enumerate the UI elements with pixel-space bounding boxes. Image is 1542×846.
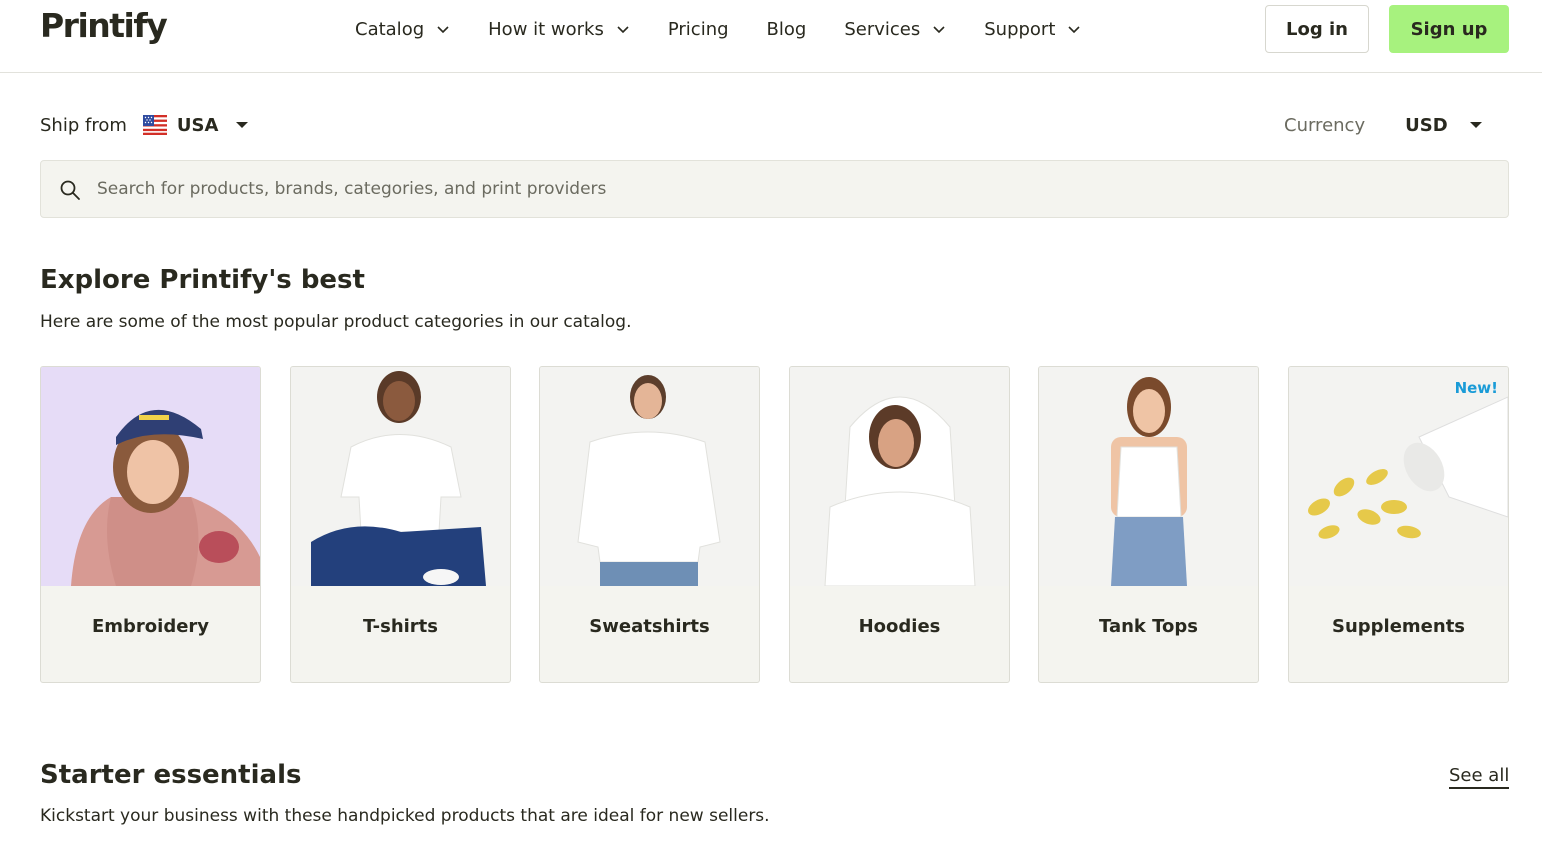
explore-title: Explore Printify's best: [40, 265, 365, 295]
chevron-down-icon: [1068, 26, 1080, 34]
category-label: Embroidery: [91, 616, 210, 637]
main-nav: Catalog How it works Pricing Blog Servic…: [355, 16, 1119, 42]
caret-down-icon: [1469, 122, 1482, 128]
category-label: Sweatshirts: [589, 616, 710, 637]
category-card-embroidery[interactable]: Embroidery: [40, 366, 261, 683]
category-card-t-shirts[interactable]: T-shirts: [290, 366, 511, 683]
nav-pricing-label: Pricing: [667, 18, 729, 40]
embroidery-image: [41, 367, 260, 586]
starter-title: Starter essentials: [40, 760, 302, 790]
nav-pricing[interactable]: Pricing: [668, 19, 729, 40]
nav-blog[interactable]: Blog: [767, 19, 807, 40]
site-header: Printify Catalog How it works Pricing Bl…: [0, 0, 1542, 73]
sweatshirts-image: [540, 367, 759, 586]
ship-from-selector[interactable]: Ship from USA: [40, 112, 249, 138]
category-card-sweatshirts[interactable]: Sweatshirts: [539, 366, 760, 683]
nav-catalog[interactable]: Catalog: [355, 19, 450, 40]
category-card-hoodies[interactable]: Hoodies: [789, 366, 1010, 683]
us-flag-icon: [142, 115, 167, 135]
tank-tops-image: [1039, 367, 1258, 586]
see-all-link[interactable]: See all: [1449, 765, 1510, 789]
hoodies-image: [790, 367, 1009, 586]
category-label: T-shirts: [363, 616, 438, 637]
search-input[interactable]: [97, 161, 1487, 217]
starter-subtitle: Kickstart your business with these handp…: [40, 806, 770, 826]
currency-label: Currency: [1284, 114, 1366, 136]
search-bar: [40, 160, 1509, 218]
chevron-down-icon: [617, 26, 629, 34]
category-label: Tank Tops: [1098, 616, 1198, 637]
search-icon: [60, 180, 80, 200]
category-card-tank-tops[interactable]: Tank Tops: [1038, 366, 1259, 683]
explore-subtitle: Here are some of the most popular produc…: [40, 312, 632, 332]
chevron-down-icon: [933, 26, 945, 34]
ship-from-value: USA: [176, 114, 219, 136]
nav-support[interactable]: Support: [984, 19, 1081, 40]
supplements-image: [1289, 367, 1508, 586]
currency-selector[interactable]: Currency USD: [1284, 112, 1482, 138]
nav-support-label: Support: [984, 18, 1056, 40]
currency-value: USD: [1405, 114, 1448, 136]
nav-catalog-label: Catalog: [355, 18, 425, 40]
category-label: Hoodies: [858, 616, 941, 637]
nav-blog-label: Blog: [766, 18, 807, 40]
ship-from-label: Ship from: [40, 114, 127, 136]
nav-how-it-works-label: How it works: [488, 18, 604, 40]
new-badge: New!: [1454, 379, 1498, 397]
login-button[interactable]: Log in: [1265, 5, 1369, 53]
category-card-supplements[interactable]: New! Supplements: [1288, 366, 1509, 683]
nav-services-label: Services: [844, 18, 921, 40]
caret-down-icon: [236, 122, 249, 128]
t-shirts-image: [291, 367, 510, 586]
signup-button[interactable]: Sign up: [1389, 5, 1509, 53]
chevron-down-icon: [437, 26, 449, 34]
nav-services[interactable]: Services: [844, 19, 946, 40]
category-cards: Embroidery T-shirts Sweatshirts Hoodies …: [40, 366, 1509, 683]
category-label: Supplements: [1331, 616, 1466, 637]
nav-how-it-works[interactable]: How it works: [488, 19, 630, 40]
printify-logo[interactable]: Printify: [40, 6, 168, 45]
